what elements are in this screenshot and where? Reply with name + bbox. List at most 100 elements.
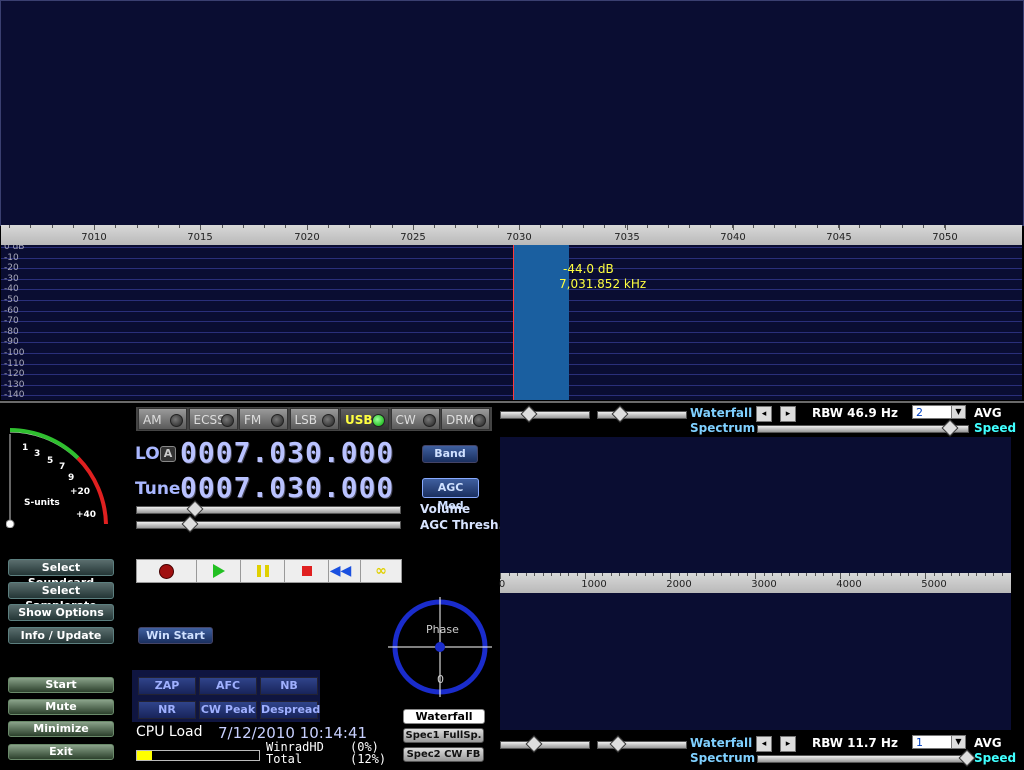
receive-passband[interactable] — [514, 245, 569, 400]
af-zoom-left-arrow[interactable]: ◂ — [756, 736, 772, 752]
frequency-minor-tick — [476, 225, 478, 228]
frequency-minor-tick — [922, 225, 924, 228]
waterfall-rev-button[interactable]: Waterfall Rev — [403, 709, 485, 736]
pause-button[interactable] — [241, 560, 285, 582]
frequency-minor-tick — [582, 225, 584, 228]
af-zoom-right-arrow[interactable]: ▸ — [780, 736, 796, 752]
af-waterfall-label: Waterfall — [690, 736, 753, 750]
spectrum-gridline — [1, 384, 1022, 386]
mute-button[interactable]: Mute — [8, 699, 114, 715]
tune-frequency-display[interactable]: 0007.030.000 — [180, 471, 394, 504]
agc-threshold-slider[interactable] — [136, 515, 401, 533]
db-scale-label: -140 — [4, 390, 25, 400]
audio-scale-tick — [950, 573, 952, 576]
af-speed-slider[interactable] — [757, 749, 976, 767]
audio-scale-tick — [848, 573, 850, 576]
mode-button-usb[interactable]: USB — [340, 408, 389, 430]
spec1-fullsp-button[interactable]: Spec1 FullSp. — [403, 728, 484, 743]
mode-led-icon — [422, 414, 436, 427]
frequency-minor-tick — [519, 225, 520, 228]
volume-slider[interactable] — [136, 500, 401, 518]
rewind-button[interactable]: ◀◀ — [321, 560, 361, 582]
frequency-minor-tick — [157, 225, 159, 228]
chevron-down-icon: ▼ — [951, 736, 965, 748]
af-avg-select[interactable]: 1 ▼ — [912, 735, 966, 749]
af-speed-label: Speed — [974, 751, 1017, 765]
despread-button[interactable]: Despread — [260, 701, 320, 719]
rf-waterfall-label: Waterfall — [690, 406, 753, 420]
select-samplerate-button[interactable]: Select Samplerate — [8, 582, 114, 612]
audio-scale-tick — [525, 573, 527, 576]
smeter-units-label: S-units — [24, 498, 60, 508]
zap-button[interactable]: ZAP — [138, 677, 196, 695]
exit-button[interactable]: Exit — [8, 744, 114, 760]
af-spectrum-label: Spectrum — [690, 751, 756, 765]
start-button[interactable]: Start — [8, 677, 114, 693]
audio-waterfall-display[interactable] — [500, 593, 1011, 730]
nb-button[interactable]: NB — [260, 677, 318, 695]
loop-button[interactable]: ∞ — [361, 560, 401, 582]
mode-button-label: CW — [395, 413, 416, 427]
audio-scale-tick — [772, 573, 773, 576]
waterfall-display[interactable] — [0, 0, 1024, 226]
play-button[interactable] — [197, 560, 241, 582]
band-button[interactable]: Band — [422, 445, 478, 463]
frequency-minor-tick — [561, 225, 563, 228]
spec2-cwfb-button[interactable]: Spec2 CW FB — [403, 747, 484, 762]
db-scale-label: -130 — [4, 379, 25, 390]
audio-scale-label: 2000 — [666, 579, 692, 590]
spectrum-gridline — [1, 353, 1022, 354]
mode-button-ecss[interactable]: ECSS — [188, 408, 238, 430]
tuning-cursor-line[interactable] — [513, 245, 514, 400]
agc-button[interactable]: AGC Med — [422, 478, 479, 512]
frequency-minor-tick — [264, 225, 265, 228]
spectrum-gridline — [1, 310, 1022, 312]
db-scale-label: -20 — [4, 263, 19, 274]
rf-speed-label: Speed — [974, 421, 1017, 435]
rf-speed-slider[interactable] — [757, 419, 969, 437]
rf-avg-select[interactable]: 2 ▼ — [912, 405, 966, 419]
mode-button-am[interactable]: AM — [138, 408, 187, 430]
mode-led-icon — [220, 414, 234, 427]
minimize-button[interactable]: Minimize — [8, 721, 114, 737]
record-button[interactable] — [137, 560, 197, 582]
afc-button[interactable]: AFC — [199, 677, 257, 695]
rf-zoom-right-arrow[interactable]: ▸ — [780, 406, 796, 422]
lo-frequency-display[interactable]: 0007.030.000 — [180, 436, 394, 469]
s-meter: 1 3 5 7 9 +20 +40 S-units — [6, 428, 108, 528]
db-scale-label: -90 — [4, 337, 19, 348]
mode-led-icon — [372, 414, 385, 427]
rf-spectrum-label: Spectrum — [690, 421, 756, 435]
mode-button-lsb[interactable]: LSB — [289, 408, 339, 430]
nr-button[interactable]: NR — [138, 701, 196, 719]
audio-scale-tick — [806, 573, 807, 576]
af-waterfall-brightness-slider[interactable] — [597, 735, 687, 753]
select-soundcard-button[interactable]: Select Soundcard — [8, 559, 114, 589]
audio-scale-tick — [636, 573, 637, 576]
rf-waterfall-contrast-slider[interactable] — [500, 405, 590, 423]
frequency-tick-label: 7035 — [614, 232, 640, 243]
spectrum-gridline — [1, 289, 1022, 291]
audio-scale-tick — [704, 573, 705, 576]
lo-lock-badge[interactable]: A — [160, 446, 176, 462]
af-waterfall-contrast-slider[interactable] — [500, 735, 590, 753]
info-update-button[interactable]: Info / Update — [8, 627, 114, 644]
audio-scale-tick — [797, 573, 799, 576]
audio-scale-tick — [1001, 573, 1003, 576]
frequency-scale[interactable]: 7010 7015 7020 7025 7030 7035 7040 7045 7050 — [1, 225, 1022, 246]
cw-peak-button[interactable]: CW Peak — [199, 701, 257, 719]
transport-bar: ◀◀ ∞ — [136, 559, 402, 583]
smeter-scale-label: 3 — [34, 449, 40, 459]
mode-button-cw[interactable]: CW — [390, 408, 440, 430]
win-start-button[interactable]: Win Start — [138, 627, 213, 644]
db-scale-label: -70 — [4, 316, 19, 327]
audio-spectrum-display[interactable] — [500, 437, 1011, 573]
frequency-minor-tick — [242, 225, 244, 228]
mode-button-fm[interactable]: FM — [239, 408, 288, 430]
rf-waterfall-brightness-slider[interactable] — [597, 405, 687, 423]
demod-mode-bar: AM ECSS FM LSB USB CW DRM — [136, 407, 492, 431]
rf-zoom-left-arrow[interactable]: ◂ — [756, 406, 772, 422]
mode-button-drm[interactable]: DRM — [441, 408, 490, 430]
show-options-button[interactable]: Show Options — [8, 604, 114, 621]
spectrum-display[interactable]: 0 dB -10 -20 -30 -40 -50 -60 -70 -80 -90 -100 -110-… — [1, 245, 1022, 400]
